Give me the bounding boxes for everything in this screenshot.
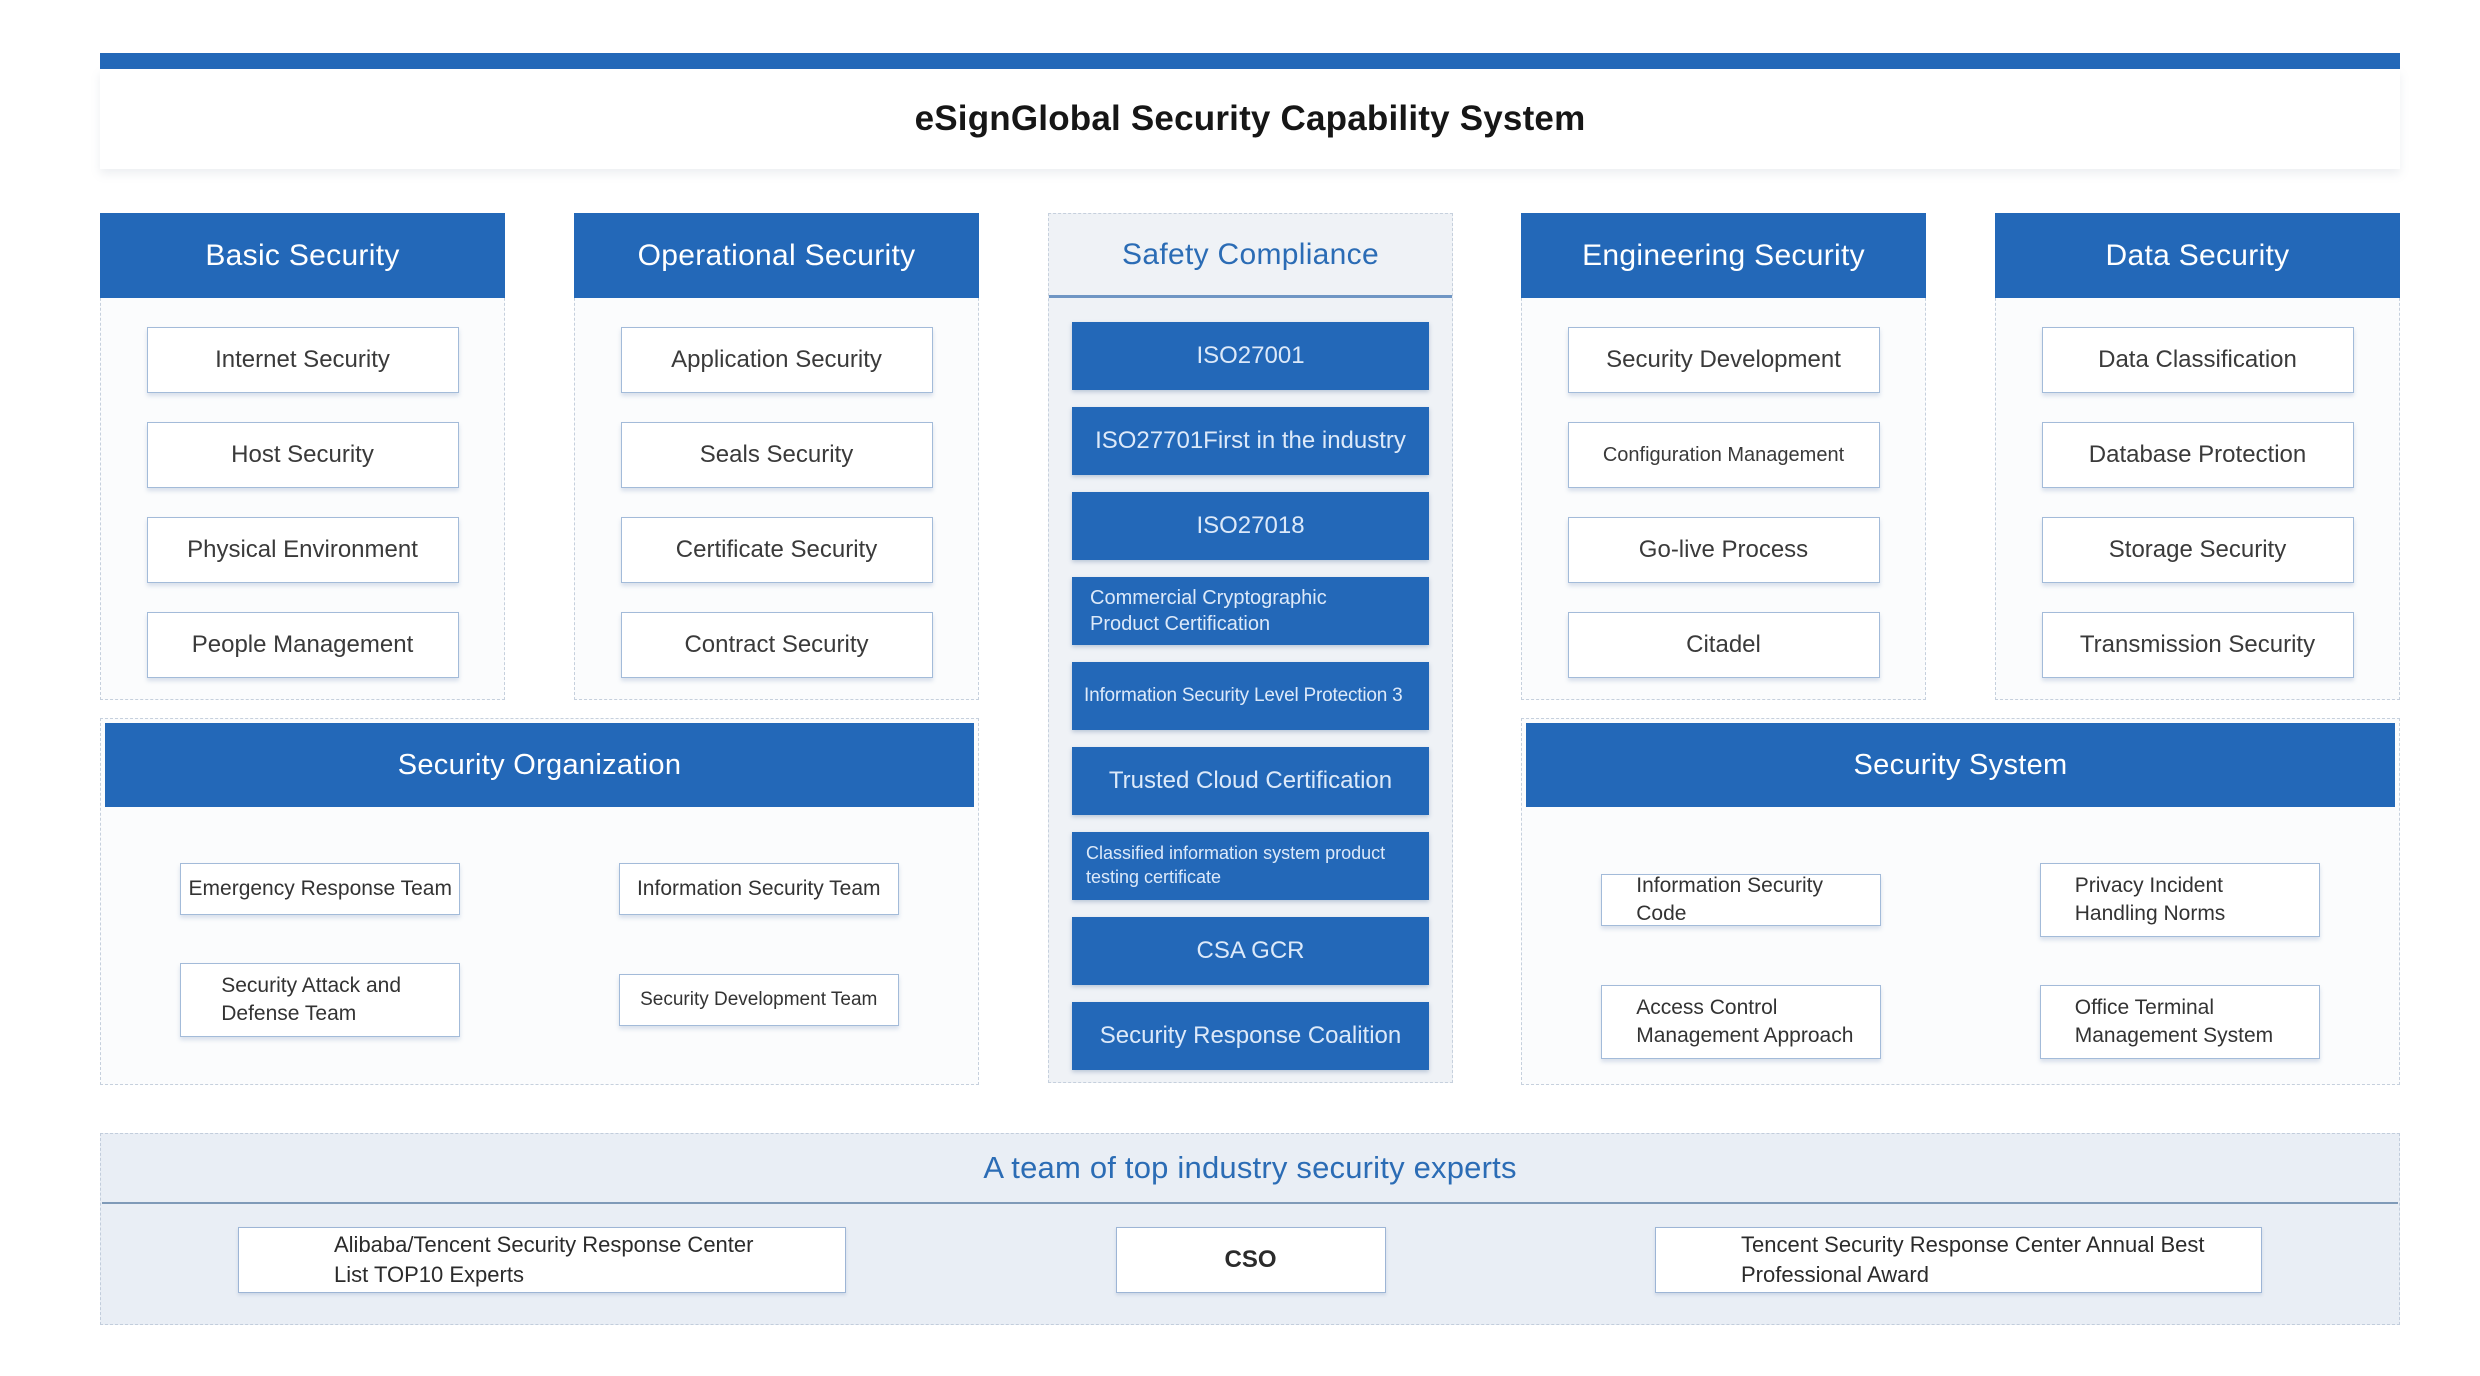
capability-box: Storage Security xyxy=(2042,517,2354,583)
policy-box: Office Terminal Management System xyxy=(2040,985,2320,1059)
certification-box: Classified information system product te… xyxy=(1072,832,1429,900)
capability-box: Certificate Security xyxy=(621,517,933,583)
column-basic-security: Basic Security Internet Security Host Se… xyxy=(100,213,505,700)
expert-box: Alibaba/Tencent Security Response Center… xyxy=(238,1227,846,1293)
capability-box: People Management xyxy=(147,612,459,678)
column-engineering-security: Engineering Security Security Developmen… xyxy=(1521,213,1926,700)
capability-box: Database Protection xyxy=(2042,422,2354,488)
capability-box: Application Security xyxy=(621,327,933,393)
certification-box: ISO27701First in the industry xyxy=(1072,407,1429,475)
capability-box: Contract Security xyxy=(621,612,933,678)
team-box: Security Development Team xyxy=(619,974,899,1026)
capability-box: Internet Security xyxy=(147,327,459,393)
top-accent-bar xyxy=(100,53,2400,69)
panel-items: Emergency Response Team Information Secu… xyxy=(101,807,978,1037)
column-operational-security: Operational Security Application Securit… xyxy=(574,213,979,700)
panel-security-experts: A team of top industry security experts … xyxy=(100,1133,2400,1325)
experts-title: A team of top industry security experts xyxy=(101,1134,2399,1202)
certification-box: Information Security Level Protection 3 xyxy=(1072,662,1429,730)
capability-box: Configuration Management xyxy=(1568,422,1880,488)
capability-box: Physical Environment xyxy=(147,517,459,583)
capability-box: Seals Security xyxy=(621,422,933,488)
column-items: Security Development Configuration Manag… xyxy=(1522,298,1925,678)
certification-box: Trusted Cloud Certification xyxy=(1072,747,1429,815)
policy-box: Privacy Incident Handling Norms xyxy=(2040,863,2320,937)
panel-header-security-organization: Security Organization xyxy=(105,723,974,807)
column-items: Internet Security Host Security Physical… xyxy=(101,298,504,678)
column-items: ISO27001 ISO27701First in the industry I… xyxy=(1049,298,1452,1070)
column-data-security: Data Security Data Classification Databa… xyxy=(1995,213,2400,700)
capability-box: Transmission Security xyxy=(2042,612,2354,678)
column-header-operational-security: Operational Security xyxy=(574,213,979,298)
column-safety-compliance: Safety Compliance ISO27001 ISO27701First… xyxy=(1048,213,1453,1083)
column-items: Data Classification Database Protection … xyxy=(1996,298,2399,678)
experts-items: Alibaba/Tencent Security Response Center… xyxy=(101,1204,2399,1293)
capability-box: Go-live Process xyxy=(1568,517,1880,583)
team-box: Emergency Response Team xyxy=(180,863,460,915)
certification-box: Commercial Cryptographic Product Certifi… xyxy=(1072,577,1429,645)
policy-box: Information Security Code xyxy=(1601,874,1881,926)
certification-box: CSA GCR xyxy=(1072,917,1429,985)
panel-header-security-system: Security System xyxy=(1526,723,2395,807)
page-title: eSignGlobal Security Capability System xyxy=(915,99,1586,139)
panel-security-organization: Security Organization Emergency Response… xyxy=(100,718,979,1085)
column-header-basic-security: Basic Security xyxy=(100,213,505,298)
panel-items: Information Security Code Privacy Incide… xyxy=(1522,807,2399,1059)
team-box: Information Security Team xyxy=(619,863,899,915)
column-items: Application Security Seals Security Cert… xyxy=(575,298,978,678)
column-header-safety-compliance: Safety Compliance xyxy=(1049,214,1452,298)
panel-security-system: Security System Information Security Cod… xyxy=(1521,718,2400,1085)
title-band: eSignGlobal Security Capability System xyxy=(100,69,2400,169)
capability-box: Host Security xyxy=(147,422,459,488)
column-header-engineering-security: Engineering Security xyxy=(1521,213,1926,298)
certification-box: Security Response Coalition xyxy=(1072,1002,1429,1070)
capability-box: Citadel xyxy=(1568,612,1880,678)
team-box: Security Attack and Defense Team xyxy=(180,963,460,1037)
certification-box: ISO27018 xyxy=(1072,492,1429,560)
capability-box: Data Classification xyxy=(2042,327,2354,393)
column-header-data-security: Data Security xyxy=(1995,213,2400,298)
expert-box: Tencent Security Response Center Annual … xyxy=(1655,1227,2262,1293)
expert-box-cso: CSO xyxy=(1116,1227,1386,1293)
capability-box: Security Development xyxy=(1568,327,1880,393)
policy-box: Access Control Management Approach xyxy=(1601,985,1881,1059)
certification-box: ISO27001 xyxy=(1072,322,1429,390)
